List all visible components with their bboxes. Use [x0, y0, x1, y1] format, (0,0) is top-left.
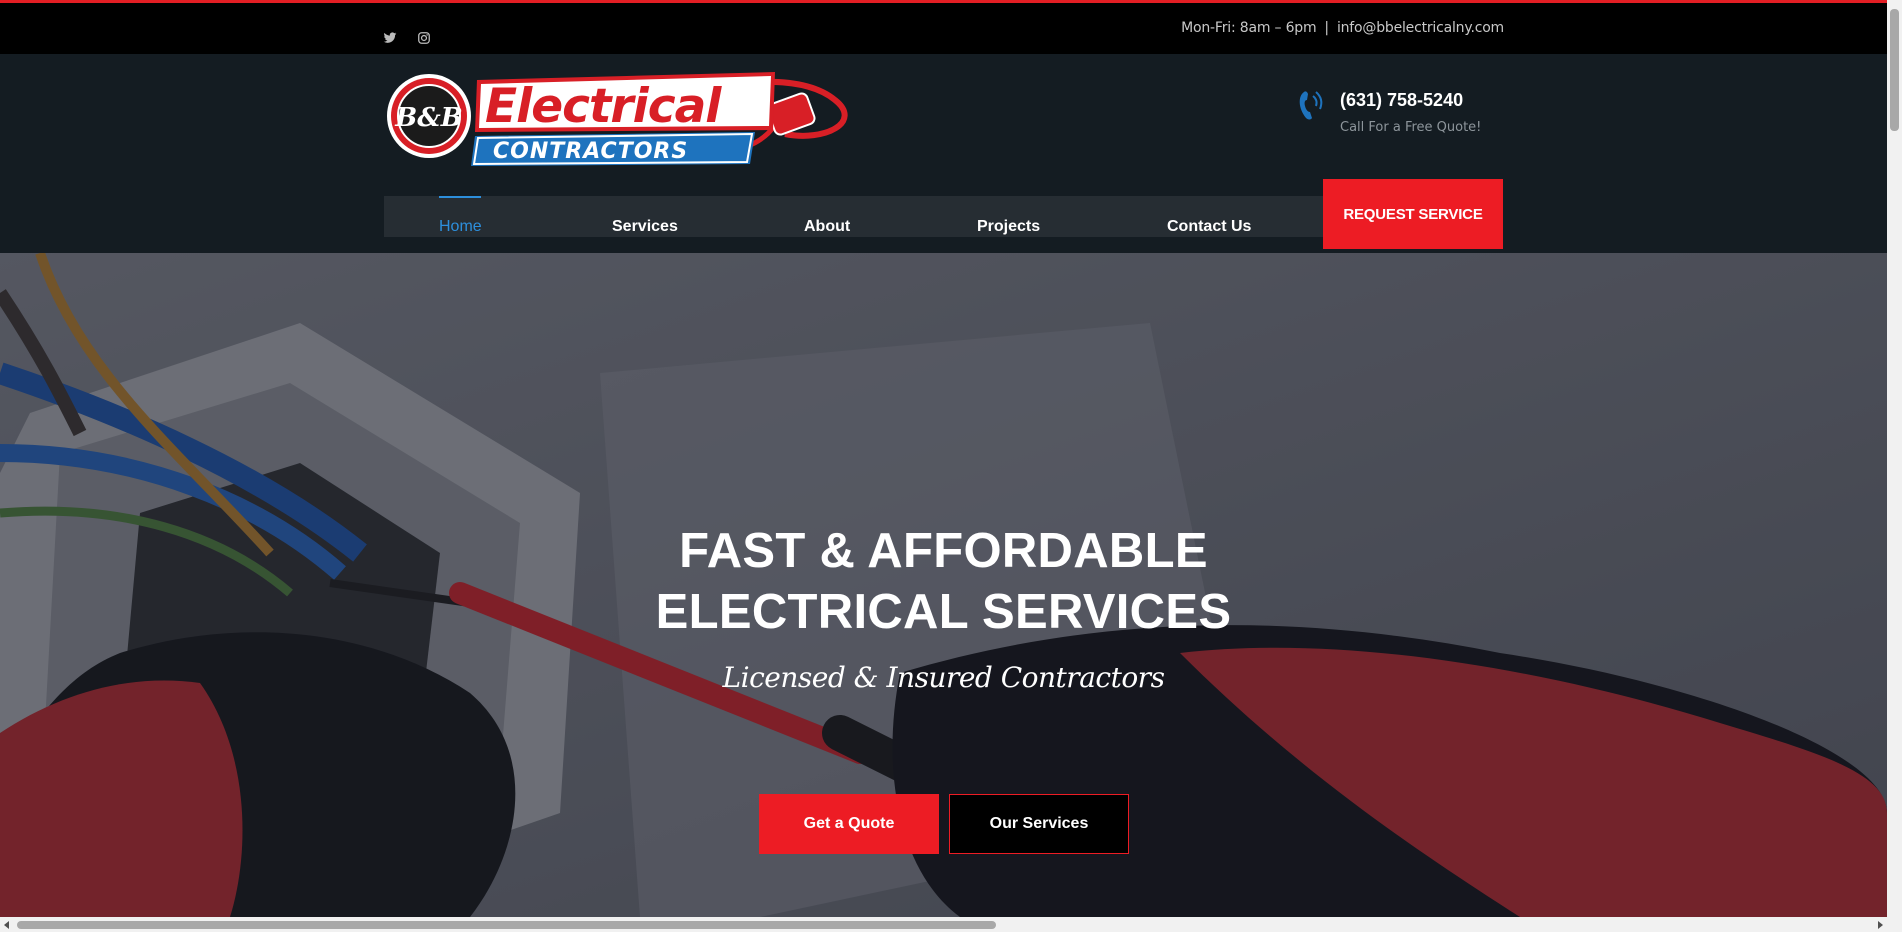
topbar-contact-info: Mon-Fri: 8am – 6pm | info@bbelectricalny.c…	[1181, 20, 1504, 36]
nav-item-contact-us[interactable]: Contact Us	[1167, 218, 1251, 236]
horizontal-scrollbar-thumb[interactable]	[17, 921, 996, 929]
scroll-right-arrow-icon[interactable]	[1878, 921, 1883, 929]
nav-item-projects[interactable]: Projects	[977, 218, 1040, 236]
separator: |	[1324, 20, 1329, 36]
phone-number[interactable]: (631) 758-5240	[1340, 90, 1463, 111]
nav-item-about[interactable]: About	[804, 218, 850, 236]
horizontal-scrollbar[interactable]	[0, 917, 1902, 932]
hero-title-line2: ELECTRICAL SERVICES	[655, 585, 1232, 639]
logo-monogram: B&B	[394, 103, 462, 133]
company-logo[interactable]: B&B Electrical CONTRACTORS	[385, 70, 865, 168]
main-nav: Home Services About Projects Contact Us	[384, 196, 1323, 237]
twitter-icon[interactable]	[381, 29, 399, 47]
hero-subtitle: Licensed & Insured Contractors	[722, 661, 1165, 694]
business-hours: Mon-Fri: 8am – 6pm	[1181, 20, 1317, 36]
top-bar: Mon-Fri: 8am – 6pm | info@bbelectricalny.c…	[0, 3, 1887, 54]
instagram-icon[interactable]	[415, 29, 433, 47]
logo-word-contractors: CONTRACTORS	[493, 139, 688, 164]
logo-word-electrical: Electrical	[485, 79, 722, 134]
nav-active-indicator	[439, 196, 481, 198]
request-service-button[interactable]: REQUEST SERVICE	[1323, 179, 1503, 249]
get-quote-button[interactable]: Get a Quote	[759, 794, 939, 854]
nav-item-services[interactable]: Services	[612, 218, 678, 236]
hero-title-line1: FAST & AFFORDABLE	[679, 524, 1208, 578]
hero-title: FAST & AFFORDABLE ELECTRICAL SERVICES	[0, 521, 1887, 643]
vertical-scrollbar-thumb[interactable]	[1890, 9, 1899, 131]
hero-section: FAST & AFFORDABLE ELECTRICAL SERVICES Li…	[0, 253, 1887, 917]
vertical-scrollbar[interactable]	[1887, 0, 1902, 917]
nav-item-home[interactable]: Home	[439, 218, 482, 236]
scroll-left-arrow-icon[interactable]	[4, 921, 9, 929]
our-services-button[interactable]: Our Services	[949, 794, 1129, 854]
phone-tagline: Call For a Free Quote!	[1340, 120, 1482, 135]
email-link[interactable]: info@bbelectricalny.com	[1337, 20, 1504, 36]
phone-icon	[1299, 91, 1323, 120]
